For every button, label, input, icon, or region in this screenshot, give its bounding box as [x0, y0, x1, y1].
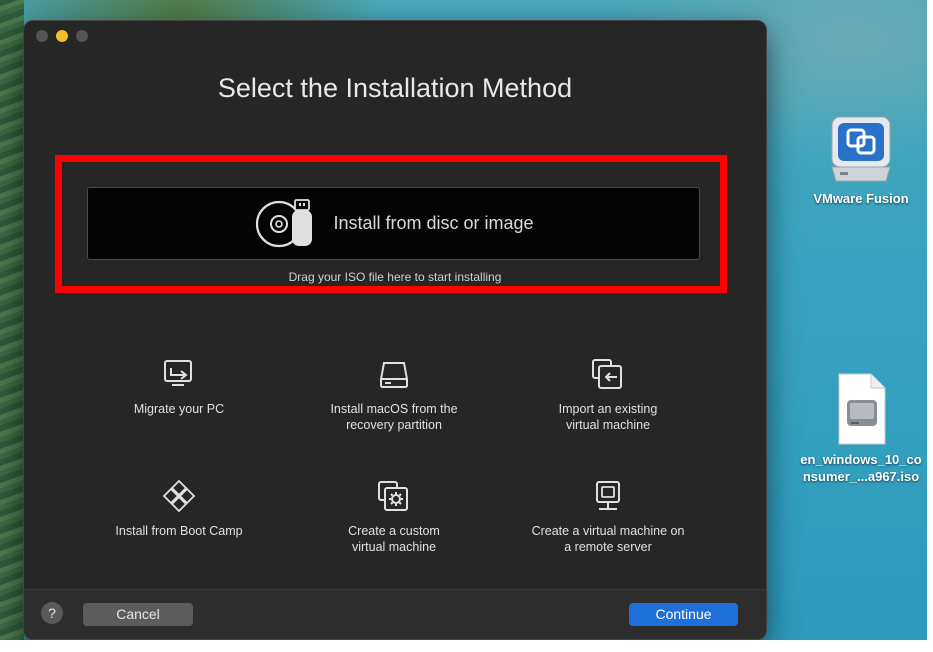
import-vm-icon: [592, 359, 622, 389]
minimize-button[interactable]: [56, 30, 68, 42]
bootcamp-diamond-icon: [162, 479, 196, 513]
option-label: Install macOS from the recovery partitio…: [330, 402, 458, 432]
desktop-icon-iso-file[interactable]: en_windows_10_co nsumer_...a967.iso: [792, 372, 930, 485]
option-label: Install from Boot Camp: [115, 524, 243, 538]
window-footer: ? Cancel Continue: [24, 589, 766, 639]
desktop-icon-vmware-fusion[interactable]: VMware Fusion: [800, 115, 922, 207]
remote-server-icon: [596, 481, 620, 510]
option-install-boot-camp[interactable]: Install from Boot Camp: [69, 479, 289, 539]
dropzone-hint: Drag your ISO file here to start install…: [288, 270, 502, 284]
help-button[interactable]: ?: [41, 602, 63, 624]
close-button[interactable]: [36, 30, 48, 42]
option-create-remote-vm[interactable]: Create a virtual machine on a remote ser…: [498, 481, 718, 555]
monitor-arrow-icon: [164, 360, 192, 386]
option-label: Import an existing virtual machine: [558, 402, 658, 432]
disc-usb-icon: [256, 198, 313, 247]
screenshot-border-right: [927, 0, 933, 652]
desktop-icon-label: VMware Fusion: [813, 191, 909, 206]
zoom-button[interactable]: [76, 30, 88, 42]
option-install-macos-recovery[interactable]: Install macOS from the recovery partitio…: [284, 359, 504, 433]
option-label: Migrate your PC: [133, 402, 225, 416]
window-controls: [36, 30, 88, 42]
desktop-icon-label: en_windows_10_co nsumer_...a967.iso: [800, 452, 922, 484]
option-label: Create a custom virtual machine: [348, 524, 440, 554]
option-migrate-pc[interactable]: Migrate your PC: [69, 359, 289, 417]
desktop-foliage: [0, 0, 24, 652]
cancel-button[interactable]: Cancel: [83, 603, 193, 626]
option-create-custom-vm[interactable]: Create a custom virtual machine: [284, 481, 504, 555]
continue-button[interactable]: Continue: [629, 603, 738, 626]
drive-icon: [379, 362, 409, 388]
vmware-fusion-drive-icon: [831, 116, 891, 182]
custom-vm-gear-icon: [378, 481, 408, 511]
screenshot-border-bottom: [0, 640, 933, 652]
page-title: Select the Installation Method: [217, 73, 573, 103]
dropzone-label: Install from disc or image: [333, 213, 534, 233]
option-import-existing-vm[interactable]: Import an existing virtual machine: [498, 359, 718, 433]
install-from-disc-dropzone[interactable]: Install from disc or image: [87, 187, 700, 260]
option-label: Create a virtual machine on a remote ser…: [531, 524, 685, 554]
iso-disk-image-icon: [838, 373, 886, 445]
installation-method-window: Select the Installation Method Install f…: [23, 20, 767, 640]
